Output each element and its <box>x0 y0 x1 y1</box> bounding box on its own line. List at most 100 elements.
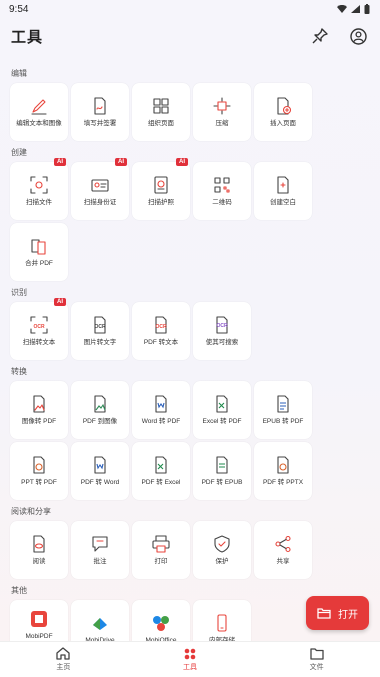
tool-tile[interactable]: 插入页面 <box>254 83 312 141</box>
scan-file-icon <box>30 175 48 194</box>
tool-tile[interactable]: OCR 扫描转文本 AI <box>10 298 68 360</box>
make-searchable-icon: OCR <box>213 315 231 334</box>
tool-tile[interactable]: PDF 到图像 <box>71 381 129 439</box>
tool-tile[interactable]: 创建空白 <box>254 162 312 220</box>
tool-label: 打印 <box>154 557 168 565</box>
signal-icon <box>351 5 360 13</box>
tool-label: PPT 转 PDF <box>21 478 57 486</box>
status-icons <box>337 4 370 14</box>
tool-tile[interactable]: 编辑文本和图像 <box>10 83 68 141</box>
svg-text:OCR: OCR <box>155 324 167 330</box>
section-title: 编辑 <box>11 69 27 78</box>
tool-label: 压缩 <box>215 119 229 127</box>
folder-open-icon <box>317 607 331 619</box>
tool-tile[interactable]: OCR 使其可搜索 <box>193 302 251 360</box>
tool-tile[interactable]: OCR 图片转文字 <box>71 302 129 360</box>
tool-label: 合并 PDF <box>25 259 53 267</box>
section-title: 转换 <box>11 367 27 376</box>
svg-text:OCR: OCR <box>94 324 106 330</box>
nav-home[interactable]: 主页 <box>23 647 103 672</box>
tool-label: 共享 <box>276 557 290 565</box>
tool-label: Word 转 PDF <box>141 417 181 425</box>
open-button-label: 打开 <box>338 609 358 621</box>
annotate-icon <box>91 535 109 553</box>
tool-tile[interactable]: 二维码 <box>193 162 251 220</box>
tool-grid: 图像转 PDF PDF 到图像 Word 转 PDF Excel 转 PDF EPUB … <box>10 381 370 500</box>
tool-tile[interactable]: PDF 转 Word <box>71 442 129 500</box>
tool-tile[interactable]: 填写并签署 <box>71 83 129 141</box>
nav-home-label: 主页 <box>56 664 71 671</box>
tool-label: 扫描文件 <box>26 198 52 206</box>
tool-tile[interactable]: 共享 <box>254 521 312 579</box>
tool-tile[interactable]: 压缩 <box>193 83 251 141</box>
mobioffice-icon <box>152 614 170 632</box>
account-icon[interactable] <box>348 26 368 46</box>
tool-label: PDF 转 PPTX <box>262 478 304 486</box>
ai-badge: AI <box>54 298 66 306</box>
tool-tile[interactable]: 组织页面 <box>132 83 190 141</box>
tool-label: PDF 转文本 <box>143 338 179 346</box>
tool-tile[interactable]: PDF 转 PPTX <box>254 442 312 500</box>
tool-tile[interactable]: Word 转 PDF <box>132 381 190 439</box>
tool-tile[interactable]: 批注 <box>71 521 129 579</box>
tool-label: 阅读 <box>32 557 46 565</box>
tool-tile[interactable]: Excel 转 PDF <box>193 381 251 439</box>
tool-tile[interactable]: 打印 <box>132 521 190 579</box>
folder-icon <box>309 647 324 660</box>
tool-label: PDF 到图像 <box>82 417 118 425</box>
pdf-to-pptx-icon <box>274 455 292 474</box>
tool-label: 插入页面 <box>270 119 296 127</box>
tool-tile[interactable]: EPUB 转 PDF <box>254 381 312 439</box>
tool-label: 编辑文本和图像 <box>16 119 62 127</box>
bottom-navigation: 主页 工具 文件 <box>0 641 380 677</box>
tool-tile[interactable]: 阅读 <box>10 521 68 579</box>
edit-text-icon <box>30 97 48 115</box>
tool-tile[interactable]: 图像转 PDF <box>10 381 68 439</box>
page-title: 工具 <box>11 28 44 46</box>
organize-pages-icon <box>152 97 170 115</box>
pdf-to-excel-icon <box>152 455 170 474</box>
tool-tile[interactable]: OCR PDF 转文本 <box>132 302 190 360</box>
home-icon <box>56 647 70 660</box>
tool-label: PDF 转 EPUB <box>201 478 243 486</box>
qr-code-icon <box>213 176 231 194</box>
ai-badge: AI <box>176 158 188 166</box>
tool-tile[interactable]: 扫描文件 AI <box>10 158 68 220</box>
pdf-to-text-icon: OCR <box>152 315 170 334</box>
tool-label: Excel 转 PDF <box>202 417 242 425</box>
tool-label: PDF 转 Excel <box>141 478 181 486</box>
nav-tools[interactable]: 工具 <box>150 648 230 672</box>
protect-icon <box>213 534 231 553</box>
tool-tile[interactable]: PPT 转 PDF <box>10 442 68 500</box>
open-button[interactable]: 打开 <box>306 596 369 630</box>
tool-label: PDF 转 Word <box>80 478 120 486</box>
scan-id-icon <box>91 176 109 194</box>
status-bar: 9:54 <box>0 0 380 18</box>
read-icon <box>30 534 48 553</box>
tool-label: EPUB 转 PDF <box>262 417 304 425</box>
tool-tile[interactable]: 保护 <box>193 521 251 579</box>
tool-tile[interactable]: 合并 PDF <box>10 223 68 281</box>
image-to-text-icon: OCR <box>91 315 109 334</box>
tool-tile[interactable]: PDF 转 Excel <box>132 442 190 500</box>
tool-label: 二维码 <box>212 198 232 206</box>
tool-grid: 编辑文本和图像 填写并签署 组织页面 压缩 插入页面 <box>10 83 370 141</box>
internal-storage-icon <box>213 613 231 632</box>
tool-tile[interactable]: 扫描身份证 AI <box>71 158 129 220</box>
create-blank-icon <box>274 175 292 194</box>
word-to-pdf-icon <box>152 394 170 413</box>
compress-icon <box>213 96 231 115</box>
nav-files-label: 文件 <box>309 663 324 671</box>
tool-tile[interactable]: PDF 转 EPUB <box>193 442 251 500</box>
scan-passport-icon <box>152 175 170 194</box>
nav-files[interactable]: 文件 <box>277 647 357 672</box>
status-time: 9:54 <box>9 3 29 15</box>
tool-grid: 扫描文件 AI 扫描身份证 AI 扫描护照 AI 二维码 创建空白 合并 PDF <box>10 158 370 281</box>
section-title: 创建 <box>11 148 27 157</box>
pin-icon[interactable] <box>310 26 330 46</box>
tool-tile[interactable]: 扫描护照 AI <box>132 158 190 220</box>
mobidrive-icon <box>91 614 109 632</box>
wifi-icon <box>337 5 347 13</box>
tools-icon <box>184 648 196 659</box>
pdf-to-word-icon <box>91 455 109 474</box>
